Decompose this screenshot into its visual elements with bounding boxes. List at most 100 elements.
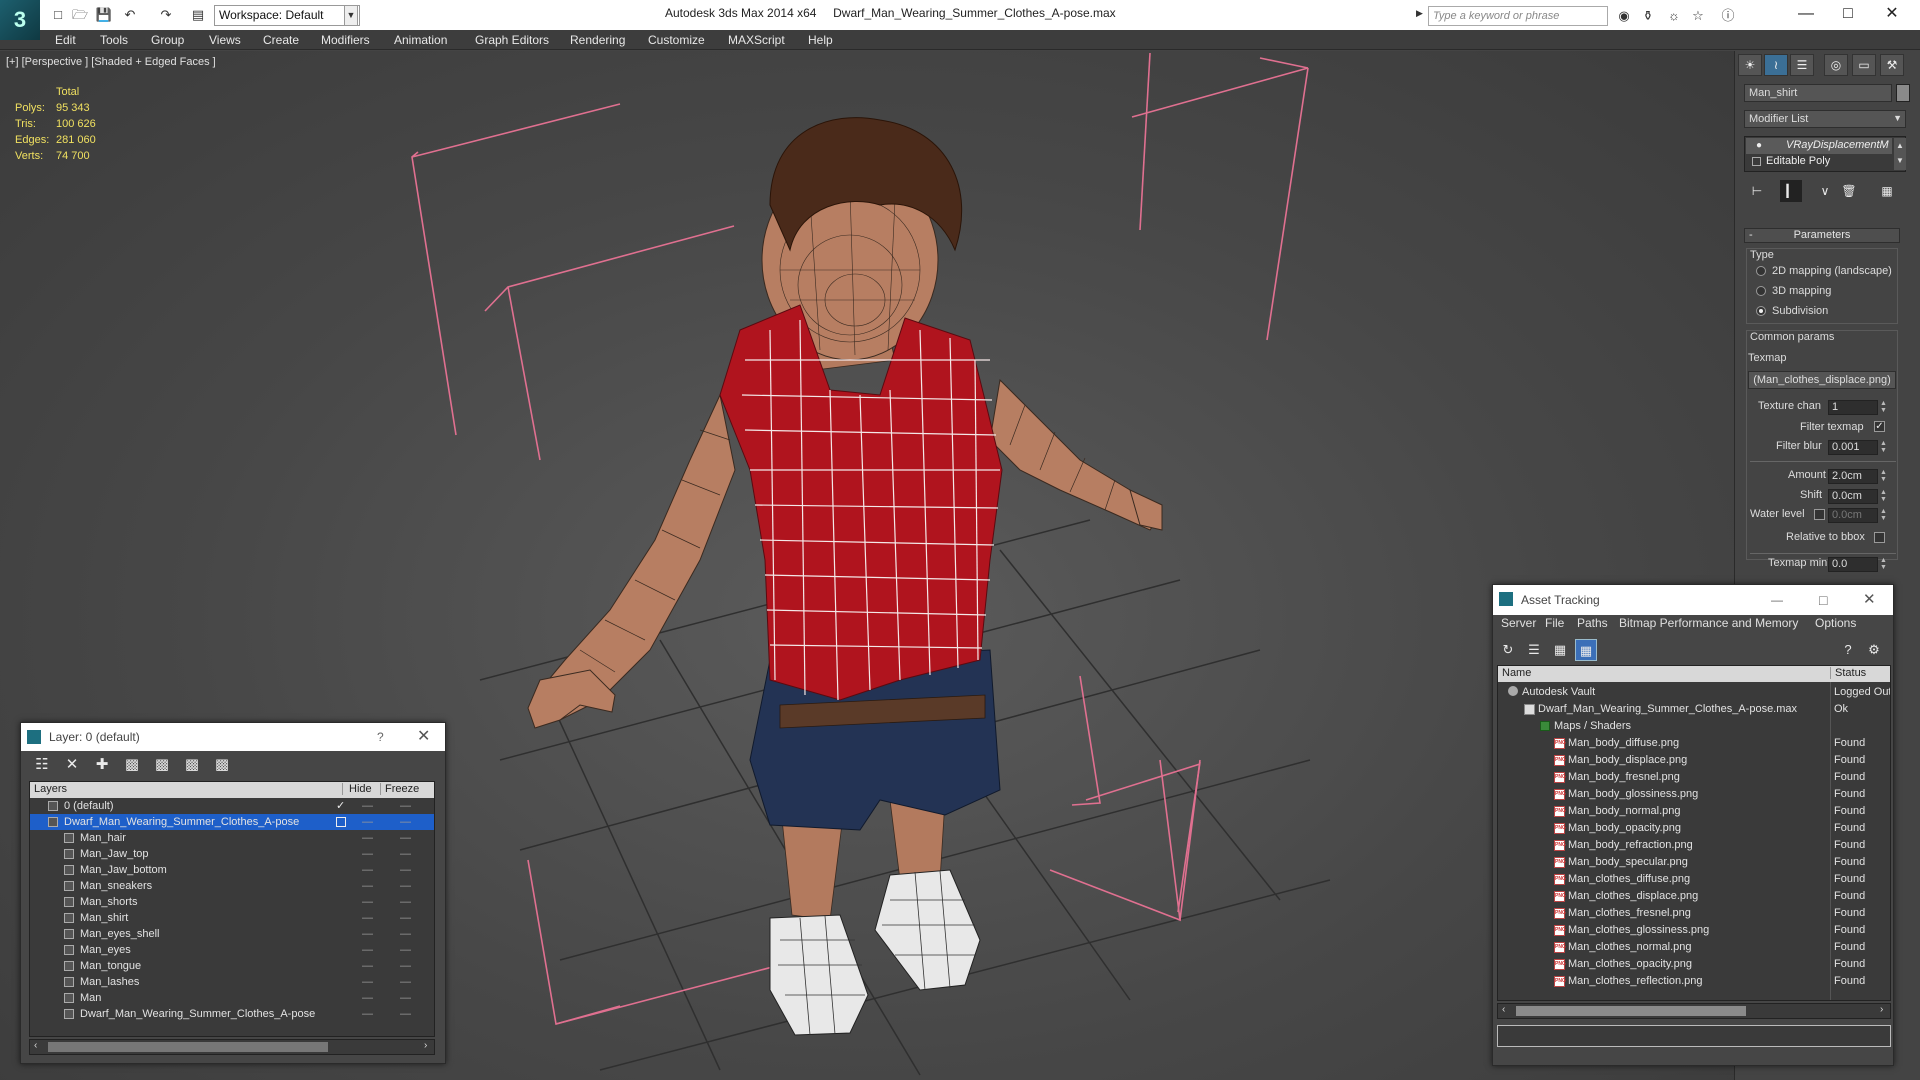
hide-toggle[interactable]: — xyxy=(362,926,373,942)
current-layer-check-icon[interactable]: ✓ xyxy=(336,798,345,814)
communication-icon[interactable]: ☼ xyxy=(1664,6,1684,26)
freeze-unfreeze-all-icon[interactable]: ▩ xyxy=(211,754,233,776)
layer-row[interactable]: Dwarf_Man_Wearing_Summer_Clothes_A-pose —… xyxy=(30,1006,434,1022)
new-file-icon[interactable]: □ xyxy=(48,5,68,25)
layer-row[interactable]: Man_tongue — — xyxy=(30,958,434,974)
hide-toggle[interactable]: — xyxy=(362,846,373,862)
context-help-icon[interactable]: ⚙ xyxy=(1863,639,1885,661)
layer-row[interactable]: Man_eyes_shell — — xyxy=(30,926,434,942)
key-icon[interactable]: ⚱ xyxy=(1638,6,1658,26)
save-file-icon[interactable]: 💾 xyxy=(94,5,114,25)
asset-row[interactable]: PNG Man_body_glossiness.png Found xyxy=(1498,786,1890,802)
app-logo-icon[interactable]: 3 xyxy=(0,0,40,40)
water-level-spinner[interactable]: 0.0cm xyxy=(1828,508,1878,523)
delete-layer-icon[interactable]: ✕ xyxy=(61,754,83,776)
modifier-list-dropdown[interactable]: Modifier List ▼ xyxy=(1744,110,1906,128)
freeze-toggle[interactable]: — xyxy=(400,958,411,974)
horizontal-scrollbar[interactable]: ‹ › xyxy=(29,1039,435,1055)
freeze-toggle[interactable]: — xyxy=(400,910,411,926)
menu-bitmap-performance[interactable]: Bitmap Performance and Memory xyxy=(1619,616,1798,630)
hide-toggle[interactable]: — xyxy=(362,910,373,926)
spinner-arrows-icon[interactable]: ▲ ▼ xyxy=(1880,440,1887,454)
configure-sets-icon[interactable]: ▦ xyxy=(1876,180,1898,202)
undo-icon[interactable]: ↶ xyxy=(120,5,140,25)
layer-row[interactable]: 0 (default) — — ✓ xyxy=(30,798,434,814)
help-icon[interactable]: ? xyxy=(1837,639,1859,661)
asset-tracking-window[interactable]: Asset Tracking — □ ✕ Server File Paths B… xyxy=(1492,584,1894,1066)
stack-scroll[interactable]: ▲ ▼ xyxy=(1894,138,1906,170)
motion-tab-icon[interactable]: ◎ xyxy=(1824,54,1848,76)
show-end-result-icon[interactable]: ▎ xyxy=(1780,180,1802,202)
freeze-toggle[interactable]: — xyxy=(400,814,411,830)
freeze-toggle[interactable]: — xyxy=(400,1006,411,1022)
hide-toggle[interactable]: — xyxy=(362,990,373,1006)
stack-item-editable-poly[interactable]: Editable Poly xyxy=(1766,155,1830,167)
spinner-arrows-icon[interactable]: ▲ ▼ xyxy=(1880,508,1887,522)
workspace-dropdown[interactable]: Workspace: Default ▼ xyxy=(214,5,360,26)
menu-graph-editors[interactable]: Graph Editors xyxy=(475,33,549,47)
asset-window-titlebar[interactable]: Asset Tracking — □ ✕ xyxy=(1493,585,1893,615)
create-layer-icon[interactable]: ☷ xyxy=(31,754,53,776)
menu-create[interactable]: Create xyxy=(263,33,299,47)
asset-row[interactable]: PNG Man_body_opacity.png Found xyxy=(1498,820,1890,836)
asset-row[interactable]: Dwarf_Man_Wearing_Summer_Clothes_A-pose.… xyxy=(1498,701,1890,717)
col-layers[interactable]: Layers xyxy=(34,783,67,795)
table-view-icon[interactable]: ▦ xyxy=(1575,639,1597,661)
freeze-toggle[interactable]: — xyxy=(400,942,411,958)
relative-bbox-checkbox[interactable] xyxy=(1874,532,1885,543)
freeze-toggle[interactable]: — xyxy=(400,878,411,894)
radio-3d-mapping[interactable] xyxy=(1756,286,1766,296)
pin-stack-icon[interactable]: ⊢ xyxy=(1746,180,1768,202)
add-to-layer-icon[interactable]: ✚ xyxy=(91,754,113,776)
utilities-tab-icon[interactable]: ⚒ xyxy=(1880,54,1904,76)
amount-spinner[interactable]: 2.0cm xyxy=(1828,469,1878,484)
layer-row[interactable]: Man_Jaw_top — — xyxy=(30,846,434,862)
workspace-dropdown-arrow[interactable]: ▼ xyxy=(344,5,358,26)
object-name-field[interactable]: Man_shirt xyxy=(1744,84,1892,102)
layer-row[interactable]: Man_eyes — — xyxy=(30,942,434,958)
hide-toggle[interactable]: — xyxy=(362,798,373,814)
hide-toggle[interactable]: — xyxy=(362,878,373,894)
modify-tab-icon[interactable]: ≀ xyxy=(1764,54,1788,76)
select-objects-icon[interactable]: ▩ xyxy=(121,754,143,776)
asset-row[interactable]: PNG Man_clothes_normal.png Found xyxy=(1498,939,1890,955)
hide-toggle[interactable]: — xyxy=(362,830,373,846)
maximize-button[interactable]: □ xyxy=(1828,2,1868,26)
menu-customize[interactable]: Customize xyxy=(648,33,705,47)
hide-toggle[interactable]: — xyxy=(362,894,373,910)
freeze-toggle[interactable]: — xyxy=(400,894,411,910)
asset-row[interactable]: PNG Man_body_fresnel.png Found xyxy=(1498,769,1890,785)
radio-2d-mapping[interactable] xyxy=(1756,266,1766,276)
asset-row[interactable]: PNG Man_clothes_displace.png Found xyxy=(1498,888,1890,904)
menu-edit[interactable]: Edit xyxy=(55,33,76,47)
binoculars-icon[interactable]: ◉ xyxy=(1614,6,1634,26)
spinner-arrows-icon[interactable]: ▲ ▼ xyxy=(1880,557,1887,571)
maximize-button[interactable]: □ xyxy=(1819,585,1827,615)
freeze-toggle[interactable]: — xyxy=(400,830,411,846)
col-status[interactable]: Status xyxy=(1830,667,1866,679)
make-unique-icon[interactable]: ∨ xyxy=(1814,180,1836,202)
layer-row[interactable]: Man_hair — — xyxy=(30,830,434,846)
open-file-icon[interactable]: 🗁 xyxy=(70,5,90,25)
set-current-layer-icon[interactable] xyxy=(336,817,346,827)
texture-chan-spinner[interactable]: 1 xyxy=(1828,400,1878,415)
asset-row[interactable]: PNG Man_clothes_diffuse.png Found xyxy=(1498,871,1890,887)
layer-row[interactable]: Dwarf_Man_Wearing_Summer_Clothes_A-pose —… xyxy=(30,814,434,830)
freeze-toggle[interactable]: — xyxy=(400,862,411,878)
object-color-swatch[interactable] xyxy=(1896,84,1910,102)
help-icon[interactable]: ⓘ xyxy=(1718,6,1738,26)
refresh-icon[interactable]: ↻ xyxy=(1497,639,1519,661)
freeze-toggle[interactable]: — xyxy=(400,798,411,814)
asset-row[interactable]: PNG Man_body_diffuse.png Found xyxy=(1498,735,1890,751)
menu-paths[interactable]: Paths xyxy=(1577,616,1608,630)
shift-spinner[interactable]: 0.0cm xyxy=(1828,489,1878,504)
asset-row[interactable]: PNG Man_clothes_opacity.png Found xyxy=(1498,956,1890,972)
spinner-arrows-icon[interactable]: ▲ ▼ xyxy=(1880,489,1887,503)
highlight-layer-icon[interactable]: ▩ xyxy=(151,754,173,776)
asset-row[interactable]: PNG Man_body_specular.png Found xyxy=(1498,854,1890,870)
col-freeze[interactable]: Freeze xyxy=(380,783,419,795)
project-folder-icon[interactable]: ▤ xyxy=(188,5,208,25)
layer-manager-window[interactable]: Layer: 0 (default) ? ✕ ☷ ✕ ✚ ▩ ▩ ▩ ▩ Lay… xyxy=(20,722,446,1064)
freeze-toggle[interactable]: — xyxy=(400,990,411,1006)
menu-group[interactable]: Group xyxy=(151,33,184,47)
